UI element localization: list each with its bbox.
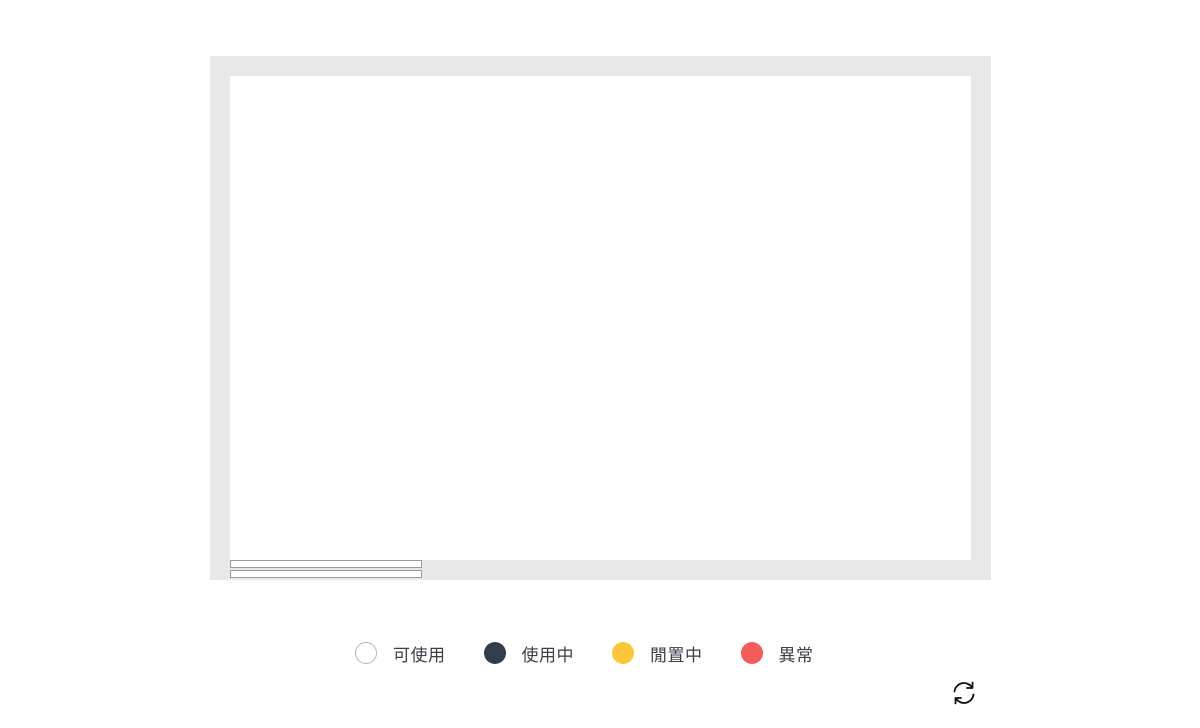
entrance-door-bottom: [230, 570, 422, 578]
legend-item-error: 異常: [740, 641, 814, 666]
page: 可使用 使用中 閒置中 異常: [0, 0, 1200, 728]
legend-item-idle: 閒置中: [612, 641, 703, 666]
entrance-door-top: [230, 560, 422, 568]
floor-plan: [210, 56, 991, 580]
legend-label-in-use: 使用中: [521, 645, 574, 666]
refresh-icon: [953, 681, 975, 705]
legend-label-available: 可使用: [393, 645, 446, 666]
legend-swatch-available: [355, 642, 377, 664]
entrance-door: [230, 560, 422, 578]
legend-item-available: 可使用: [355, 641, 446, 666]
legend-item-in-use: 使用中: [483, 641, 575, 666]
legend-swatch-in-use: [483, 642, 506, 664]
floor-area: [230, 76, 971, 560]
status-legend: 可使用 使用中 閒置中 異常: [355, 641, 814, 666]
legend-label-idle: 閒置中: [650, 645, 703, 666]
legend-swatch-error: [740, 642, 763, 664]
legend-label-error: 異常: [778, 645, 814, 666]
refresh-button[interactable]: [949, 678, 979, 708]
legend-swatch-idle: [612, 642, 634, 664]
